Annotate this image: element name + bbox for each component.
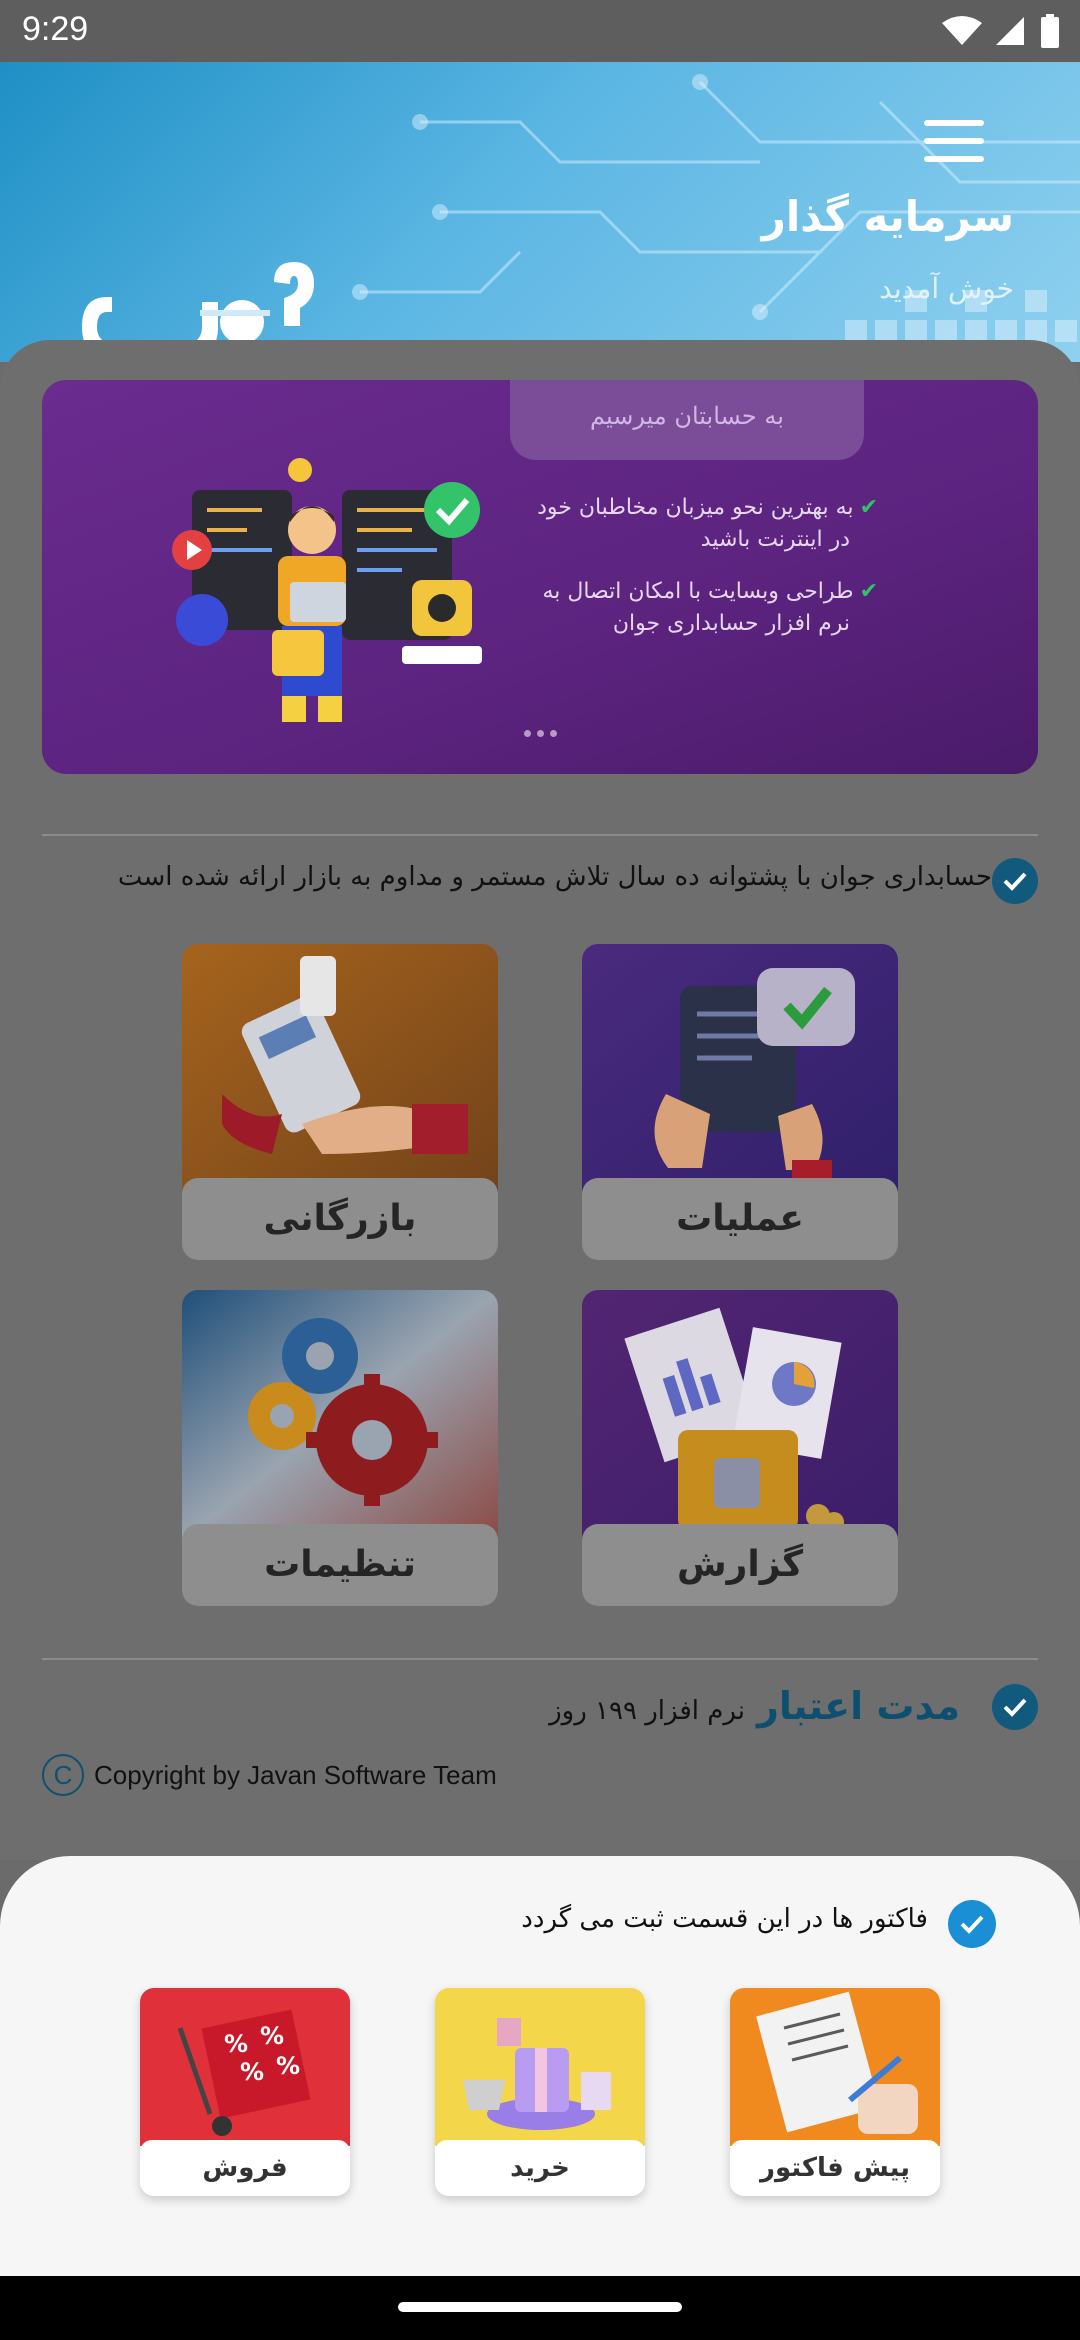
home-gesture-handle[interactable] — [398, 2302, 682, 2312]
promo-banner[interactable]: به حسابتان میرسیم ✔به بهترین نحو میزبان … — [42, 380, 1038, 774]
app-header: سرمایه گذار خوش آمدید — [0, 62, 1080, 362]
check-icon — [948, 1900, 996, 1948]
svg-text:%: % — [224, 2030, 248, 2058]
invoice-sheet-text: فاکتور ها در این قسمت ثبت می گردد — [521, 1904, 928, 1934]
page-title: سرمایه گذار — [761, 192, 1014, 241]
system-navigation-bar — [0, 2276, 1080, 2340]
signal-icon — [996, 17, 1024, 45]
validity-title: مدت اعتبار — [756, 1684, 960, 1728]
status-time: 9:29 — [22, 10, 89, 48]
check-icon — [992, 1684, 1038, 1730]
banner-bullet-2: ✔طراحی وبسایت با امکان اتصال به — [542, 579, 878, 604]
banner-bullet-1: ✔به بهترین نحو میزبان مخاطبان خود — [537, 495, 878, 520]
operations-illustration — [582, 944, 898, 1194]
pager-dot[interactable] — [524, 730, 531, 737]
tile-operations[interactable]: عملیات — [582, 944, 898, 1260]
tile-pre-invoice[interactable]: پیش فاکتور — [730, 1988, 940, 2196]
pre-invoice-illustration — [730, 1988, 940, 2146]
tile-sales[interactable]: %%%% فروش — [140, 1988, 350, 2196]
tile-commerce[interactable]: بازرگانی — [182, 944, 498, 1260]
tile-report[interactable]: گزارش — [582, 1290, 898, 1606]
tile-operations-label: عملیات — [582, 1178, 898, 1260]
banner-pager — [524, 730, 557, 737]
validity-row: مدت اعتبار نرم افزار ۱۹۹ روز — [549, 1684, 960, 1728]
info-text: حسابداری جوان با پشتوانه ده سال تلاش مست… — [117, 862, 992, 892]
tile-settings[interactable]: تنظیمات — [182, 1290, 498, 1606]
settings-illustration — [182, 1290, 498, 1540]
svg-text:%: % — [240, 2058, 264, 2086]
welcome-text: خوش آمدید — [879, 272, 1014, 305]
battery-icon — [1041, 14, 1059, 48]
purchase-illustration — [435, 1988, 645, 2146]
check-icon: ✔ — [859, 579, 878, 604]
status-bar: 9:29 — [0, 0, 1080, 62]
menu-icon[interactable] — [924, 120, 984, 164]
pager-dot[interactable] — [550, 730, 557, 737]
banner-tab: به حسابتان میرسیم — [510, 380, 864, 460]
pager-dot[interactable] — [537, 730, 544, 737]
tile-pre-invoice-label: پیش فاکتور — [730, 2140, 940, 2196]
check-icon — [992, 858, 1038, 904]
tile-purchase-label: خرید — [435, 2140, 645, 2196]
developer-illustration — [172, 458, 482, 722]
banner-bullet-1b: در اینترنت باشید — [700, 527, 850, 552]
banner-tab-text: به حسابتان میرسیم — [590, 402, 784, 430]
copyright-icon: C — [42, 1754, 84, 1796]
tile-report-label: گزارش — [582, 1524, 898, 1606]
tile-sales-label: فروش — [140, 2140, 350, 2196]
copyright-row: C Copyright by Javan Software Team — [42, 1754, 497, 1796]
banner-bullet-2b: نرم افزار حسابداری جوان — [612, 611, 850, 636]
tile-purchase[interactable]: خرید — [435, 1988, 645, 2196]
wifi-icon — [942, 16, 982, 45]
svg-text:%: % — [276, 2052, 300, 2080]
sales-illustration: %%%% — [140, 1988, 350, 2146]
report-illustration — [582, 1290, 898, 1540]
tile-commerce-label: بازرگانی — [182, 1178, 498, 1260]
svg-text:%: % — [260, 2022, 284, 2050]
tile-settings-label: تنظیمات — [182, 1524, 498, 1606]
validity-text: نرم افزار ۱۹۹ روز — [549, 1696, 745, 1726]
divider — [42, 834, 1038, 836]
status-icons — [942, 14, 1060, 48]
divider — [42, 1658, 1038, 1660]
copyright-text: Copyright by Javan Software Team — [94, 1759, 497, 1790]
commerce-illustration — [182, 944, 498, 1194]
check-icon: ✔ — [859, 495, 878, 520]
